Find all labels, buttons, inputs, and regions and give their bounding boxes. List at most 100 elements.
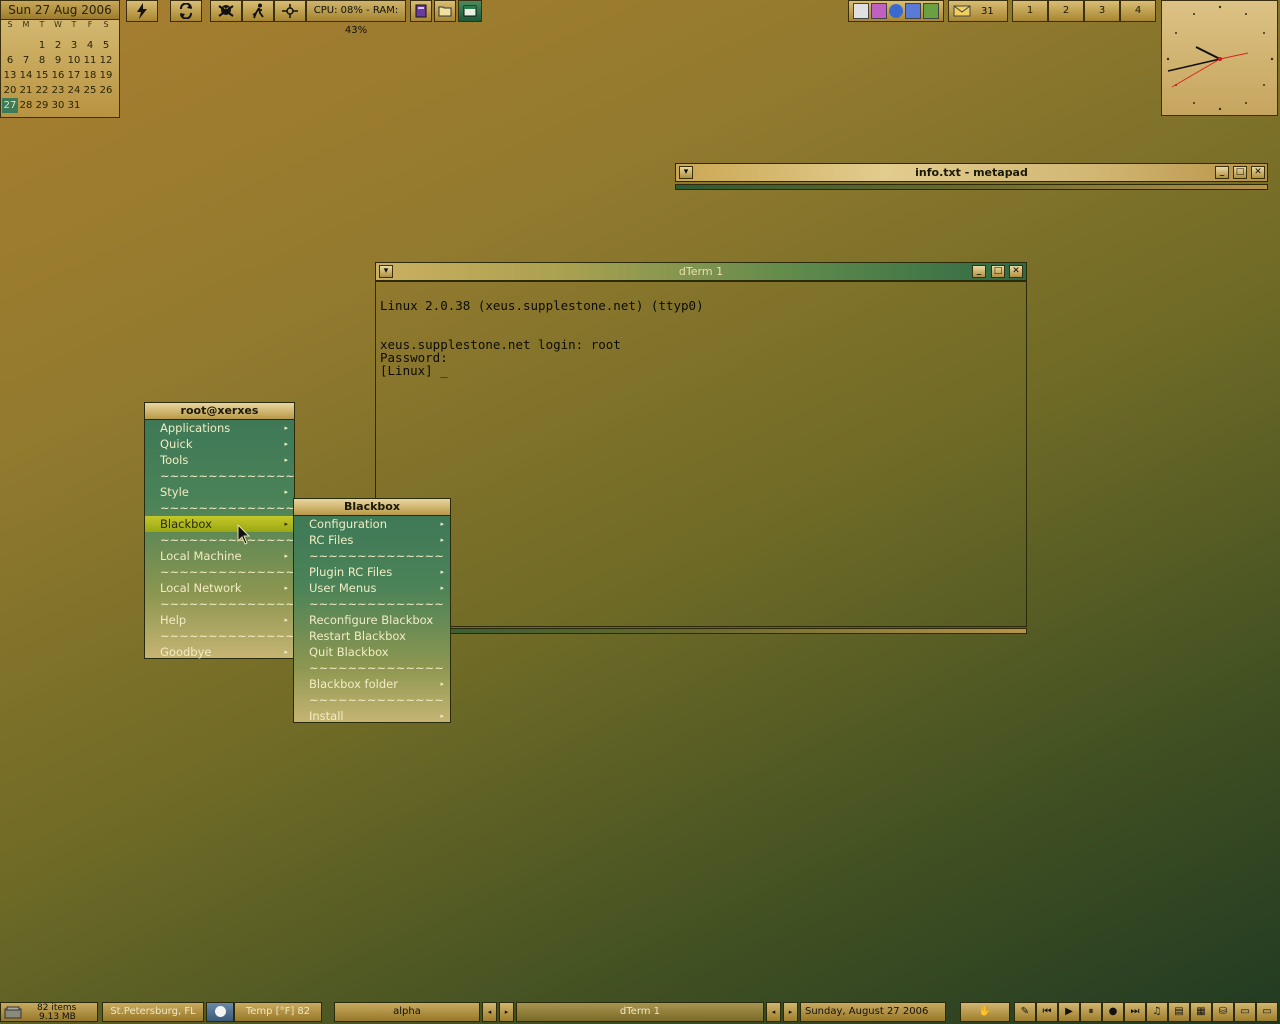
shade-icon[interactable]: ▾ (679, 166, 693, 179)
maximize-icon[interactable]: □ (1233, 166, 1247, 179)
blackbox-menu-item-install[interactable]: Install ▸ (294, 708, 450, 724)
calendar-day[interactable]: 19 (98, 68, 114, 83)
calendar-day[interactable]: 12 (98, 53, 114, 68)
shade-icon[interactable]: ▾ (379, 265, 393, 278)
calendar-day[interactable]: 17 (66, 68, 82, 83)
terminal-output[interactable]: Linux 2.0.38 (xeus.supplestone.net) (tty… (375, 281, 1027, 627)
calendar-day[interactable]: 11 (82, 53, 98, 68)
play-icon[interactable]: ▶ (1058, 1002, 1080, 1022)
blackbox-menu-item-restart-blackbox[interactable]: Restart Blackbox (294, 628, 450, 644)
calendar-day[interactable]: 2 (50, 38, 66, 53)
calendar-day[interactable]: 22 (34, 83, 50, 98)
tray-edit-icon[interactable] (923, 3, 939, 19)
grid-icon[interactable]: ▦ (1190, 1002, 1212, 1022)
root-menu-item-blackbox[interactable]: Blackbox ▸ (145, 516, 294, 532)
root-menu-item-help[interactable]: Help ▸ (145, 612, 294, 628)
runner-icon[interactable] (242, 0, 274, 22)
feather-icon[interactable]: ✎ (1014, 1002, 1036, 1022)
calendar-day[interactable]: 5 (98, 38, 114, 53)
metapad-titlebar[interactable]: ▾ info.txt - metapad _ □ ✕ (675, 163, 1268, 182)
calendar-day[interactable]: 10 (66, 53, 82, 68)
close-icon[interactable]: ✕ (1251, 166, 1265, 179)
minimize-icon[interactable]: _ (1215, 166, 1229, 179)
calendar-day[interactable]: 21 (18, 83, 34, 98)
root-menu-item-tools[interactable]: Tools ▸ (145, 452, 294, 468)
prev-task-icon[interactable]: ◂ (766, 1002, 781, 1022)
network-icon[interactable] (274, 0, 306, 22)
tray-calendar-icon[interactable] (853, 3, 869, 19)
workspace-4-button[interactable]: 4 (1120, 0, 1156, 22)
workspace-name[interactable]: alpha (334, 1002, 480, 1022)
next-task-icon[interactable]: ▸ (783, 1002, 798, 1022)
mail-checker[interactable]: 31 (948, 0, 1008, 22)
blackbox-menu-item-quit-blackbox[interactable]: Quit Blackbox (294, 644, 450, 660)
calendar-day[interactable]: 6 (2, 53, 18, 68)
skull-icon[interactable] (210, 0, 242, 22)
stop-icon[interactable]: ● (1102, 1002, 1124, 1022)
next-workspace-icon[interactable]: ▸ (499, 1002, 514, 1022)
root-menu-item-local-network[interactable]: Local Network ▸ (145, 580, 294, 596)
calendar-day[interactable]: 15 (34, 68, 50, 83)
blackbox-menu-item-configuration[interactable]: Configuration ▸ (294, 516, 450, 532)
blackbox-menu-item-user-menus[interactable]: User Menus ▸ (294, 580, 450, 596)
close-icon[interactable]: ✕ (1009, 265, 1023, 278)
root-menu-item-quick[interactable]: Quick ▸ (145, 436, 294, 452)
metapad-resize-handle[interactable] (675, 184, 1268, 190)
next-track-icon[interactable]: ⏭ (1124, 1002, 1146, 1022)
minimize-icon[interactable]: _ (972, 265, 986, 278)
calendar-day[interactable]: 14 (18, 68, 34, 83)
metapad-window[interactable]: ▾ info.txt - metapad _ □ ✕ (675, 163, 1268, 191)
calendar-day[interactable]: 16 (50, 68, 66, 83)
dterm-titlebar[interactable]: ▾ dTerm 1 _ □ ✕ (375, 262, 1027, 281)
blackbox-menu-item-reconfigure-blackbox[interactable]: Reconfigure Blackbox (294, 612, 450, 628)
lightning-icon[interactable] (126, 0, 158, 22)
tray-plugin-icon[interactable] (871, 3, 887, 19)
calendar-today[interactable]: 27 (2, 98, 18, 113)
folder-icon[interactable] (434, 0, 456, 22)
list-icon[interactable]: ▤ (1168, 1002, 1190, 1022)
blackbox-menu-item-plugin-rc-files[interactable]: Plugin RC Files ▸ (294, 564, 450, 580)
window-icon[interactable] (458, 0, 482, 22)
maximize-icon[interactable]: □ (991, 265, 1005, 278)
calendar-day[interactable]: 18 (82, 68, 98, 83)
calendar-day[interactable]: 20 (2, 83, 18, 98)
weather-location[interactable]: St.Petersburg, FL (102, 1002, 204, 1022)
calendar-day[interactable]: 7 (18, 53, 34, 68)
blackbox-menu-item-blackbox-folder[interactable]: Blackbox folder ▸ (294, 676, 450, 692)
workspace-2-button[interactable]: 2 (1048, 0, 1084, 22)
calendar-day[interactable]: 24 (66, 83, 82, 98)
hands-icon[interactable]: ✋ (960, 1002, 1010, 1022)
prev-workspace-icon[interactable]: ◂ (482, 1002, 497, 1022)
calendar-day[interactable]: 23 (50, 83, 66, 98)
root-menu-item-local-machine[interactable]: Local Machine ▸ (145, 548, 294, 564)
drive-icon[interactable]: ⛁ (1212, 1002, 1234, 1022)
calendar-day[interactable]: 26 (98, 83, 114, 98)
recycle-bin-widget[interactable]: 82 items 9.13 MB (0, 1002, 98, 1022)
pause-icon[interactable]: ⏸ (1080, 1002, 1102, 1022)
desktop-icon[interactable]: ▭ (1256, 1002, 1278, 1022)
calendar-day[interactable]: 1 (34, 38, 50, 53)
root-menu-item-applications[interactable]: Applications ▸ (145, 420, 294, 436)
tray-volume-icon[interactable] (905, 3, 921, 19)
calendar-day[interactable]: 25 (82, 83, 98, 98)
workspace-1-button[interactable]: 1 (1012, 0, 1048, 22)
calendar-day[interactable]: 29 (34, 98, 50, 113)
tray-info-icon[interactable] (889, 4, 903, 18)
calendar-widget[interactable]: Sun 27 Aug 2006 S M T W T F S 1 2 3 4 5 6 7 8 9 10 11 12 13… (0, 0, 120, 118)
book-icon[interactable] (410, 0, 432, 22)
previous-track-icon[interactable]: ⏮ (1036, 1002, 1058, 1022)
root-menu-item-style[interactable]: Style ▸ (145, 484, 294, 500)
calendar-day[interactable]: 28 (18, 98, 34, 113)
blackbox-menu-item-rc-files[interactable]: RC Files ▸ (294, 532, 450, 548)
calendar-day[interactable]: 13 (2, 68, 18, 83)
calendar-day[interactable]: 3 (66, 38, 82, 53)
monitor-icon[interactable]: ▭ (1234, 1002, 1256, 1022)
calendar-day[interactable]: 31 (66, 98, 82, 113)
calendar-day[interactable]: 9 (50, 53, 66, 68)
calendar-day[interactable]: 30 (50, 98, 66, 113)
active-task-button[interactable]: dTerm 1 (516, 1002, 764, 1022)
workspace-3-button[interactable]: 3 (1084, 0, 1120, 22)
calendar-day[interactable]: 4 (82, 38, 98, 53)
music-icon[interactable]: ♫ (1146, 1002, 1168, 1022)
refresh-icon[interactable] (170, 0, 202, 22)
